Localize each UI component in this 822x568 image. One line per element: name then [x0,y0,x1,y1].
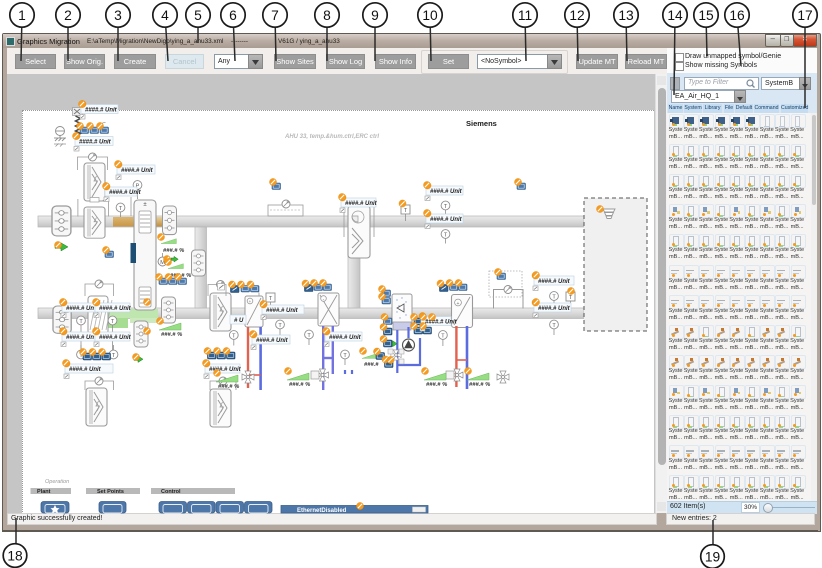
svg-text:15: 15 [698,8,714,23]
svg-text:13: 13 [618,8,634,23]
svg-text:17: 17 [797,8,812,23]
svg-text:8: 8 [323,8,331,23]
svg-text:19: 19 [705,550,721,565]
svg-text:11: 11 [518,8,532,23]
svg-text:5: 5 [194,8,202,23]
svg-text:1: 1 [18,8,26,23]
svg-text:3: 3 [114,8,122,23]
svg-text:9: 9 [371,8,379,23]
svg-text:18: 18 [7,549,23,564]
svg-text:4: 4 [161,8,169,23]
svg-text:2: 2 [64,8,72,23]
svg-text:7: 7 [271,8,279,23]
svg-text:16: 16 [729,8,745,23]
svg-text:10: 10 [422,8,438,23]
svg-text:6: 6 [229,8,237,23]
svg-text:12: 12 [569,8,584,23]
svg-text:14: 14 [667,8,683,23]
